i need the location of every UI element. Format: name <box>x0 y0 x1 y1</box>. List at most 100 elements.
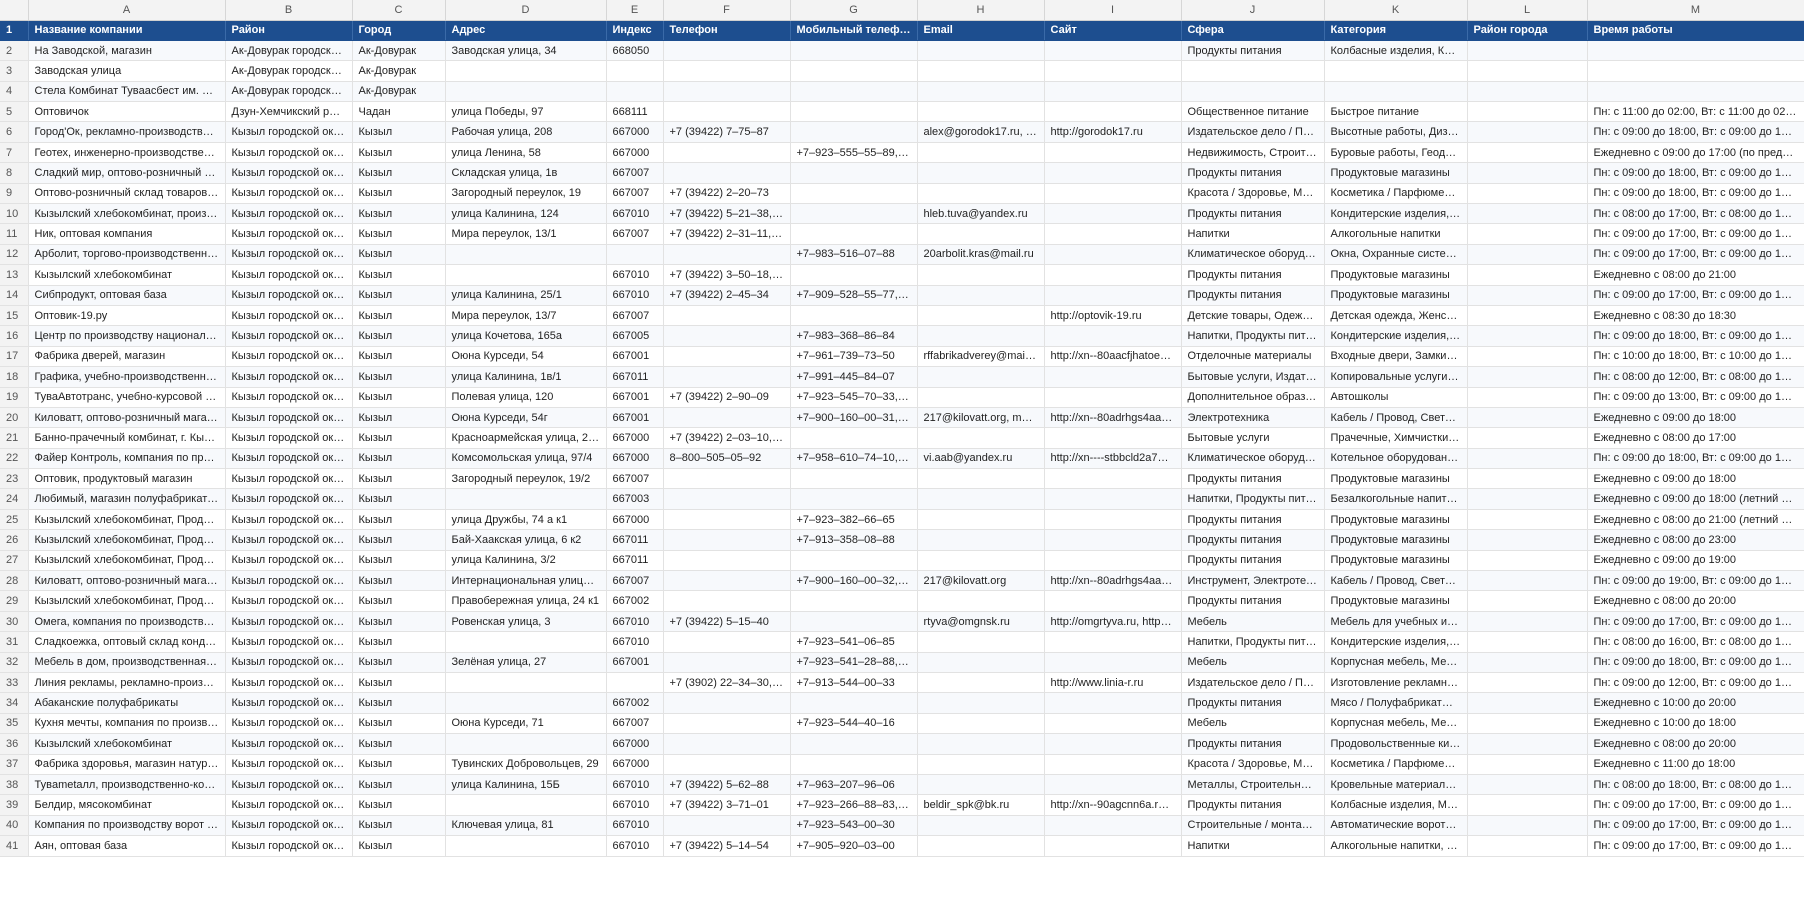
cell[interactable]: Оюна Курседи, 54г <box>445 407 607 429</box>
cell[interactable]: Белдир, мясокомбинат <box>28 794 226 816</box>
cell[interactable]: Кызыл <box>352 142 446 164</box>
cell[interactable]: Кызылский хлебокомбинат <box>28 733 226 755</box>
cell[interactable]: Косметика / Парфюмерия, Бытовая химия <box>1324 183 1468 205</box>
cell[interactable] <box>1044 754 1182 775</box>
cell[interactable]: Продукты питания <box>1181 509 1325 531</box>
cell[interactable]: Пн: с 09:00 до 18:00, Вт: с 09:00 до 18:… <box>1587 162 1804 184</box>
cell[interactable]: +7–923–541–28–88, +7–923–541–28–89 <box>790 652 918 674</box>
header-cell[interactable]: Сайт <box>1044 20 1182 41</box>
cell[interactable] <box>1467 427 1588 449</box>
cell[interactable] <box>606 60 664 82</box>
cell[interactable] <box>606 81 664 103</box>
row-number[interactable]: 19 <box>0 387 29 408</box>
cell[interactable]: 667002 <box>606 692 664 714</box>
cell[interactable] <box>663 60 791 82</box>
cell[interactable] <box>1467 754 1588 775</box>
header-cell[interactable]: Категория <box>1324 20 1468 41</box>
cell[interactable]: Пн: с 09:00 до 18:00, Вт: с 09:00 до 18:… <box>1587 448 1804 470</box>
cell[interactable] <box>790 60 918 82</box>
cell[interactable]: Оюна Курседи, 71 <box>445 713 607 735</box>
cell[interactable]: Аян, оптовая база <box>28 835 226 857</box>
cell[interactable]: Кызыл <box>352 835 446 857</box>
cell[interactable]: Продуктовые магазины <box>1324 285 1468 306</box>
cell[interactable] <box>663 162 791 184</box>
cell[interactable]: Кызыл <box>352 550 446 572</box>
cell[interactable] <box>1467 285 1588 306</box>
cell[interactable]: Издательское дело / Полиграфия <box>1181 672 1325 694</box>
cell[interactable] <box>663 733 791 755</box>
cell[interactable]: Пн: с 08:00 до 18:00, Вт: с 08:00 до 18:… <box>1587 774 1804 796</box>
cell[interactable]: Колбасные изделия, Мясо / Полуфабрикаты <box>1324 794 1468 816</box>
cell[interactable]: Кызыл городской округ <box>225 488 353 510</box>
cell[interactable]: +7 (39422) 7–75–87 <box>663 121 791 143</box>
cell[interactable] <box>1467 550 1588 572</box>
cell[interactable] <box>1467 529 1588 551</box>
cell[interactable] <box>917 468 1045 490</box>
cell[interactable]: Кызыл городской округ <box>225 713 353 735</box>
cell[interactable]: 667007 <box>606 305 664 327</box>
cell[interactable] <box>663 754 791 775</box>
cell[interactable] <box>1467 590 1588 612</box>
cell[interactable] <box>917 60 1045 82</box>
cell[interactable]: Кызыл городской округ <box>225 121 353 143</box>
cell[interactable] <box>790 40 918 62</box>
cell[interactable] <box>606 244 664 266</box>
cell[interactable]: Бытовые услуги <box>1181 427 1325 449</box>
cell[interactable] <box>663 468 791 490</box>
cell[interactable]: Кызыл <box>352 223 446 245</box>
cell[interactable]: Ак-Довурак <box>352 40 446 62</box>
cell[interactable]: Высотные работы, Дизайн <box>1324 121 1468 143</box>
row-number[interactable]: 21 <box>0 427 29 449</box>
cell[interactable] <box>917 835 1045 857</box>
cell[interactable] <box>663 529 791 551</box>
cell[interactable]: Пн: с 09:00 до 17:00, Вт: с 09:00 до 17:… <box>1587 223 1804 245</box>
column-header[interactable]: F <box>663 0 791 21</box>
cell[interactable]: Пн: с 09:00 до 18:00, Вт: с 09:00 до 18:… <box>1587 325 1804 347</box>
cell[interactable]: Арболит, торгово-производственная компан… <box>28 244 226 266</box>
cell[interactable] <box>663 570 791 592</box>
cell[interactable]: Продукты питания <box>1181 285 1325 306</box>
cell[interactable]: Кызыл <box>352 488 446 510</box>
cell[interactable] <box>445 631 607 653</box>
cell[interactable] <box>663 590 791 612</box>
cell[interactable]: Кызыл городской округ <box>225 346 353 368</box>
row-number[interactable]: 37 <box>0 754 29 775</box>
cell[interactable]: Ежедневно с 10:00 до 20:00 <box>1587 692 1804 714</box>
row-number[interactable]: 16 <box>0 325 29 347</box>
cell[interactable]: +7 (39422) 2–31–11, +7 (39422) 2–31–12 <box>663 223 791 245</box>
cell[interactable] <box>917 733 1045 755</box>
column-header[interactable]: H <box>917 0 1045 21</box>
cell[interactable]: Кызыл городской округ <box>225 468 353 490</box>
cell[interactable]: Кызыл <box>352 203 446 225</box>
cell[interactable]: Мебель <box>1181 652 1325 674</box>
row-number[interactable]: 28 <box>0 570 29 592</box>
cell[interactable]: Кызыл <box>352 672 446 694</box>
cell[interactable]: Кызыл <box>352 325 446 347</box>
cell[interactable]: 667000 <box>606 754 664 775</box>
cell[interactable]: Продукты питания <box>1181 733 1325 755</box>
cell[interactable]: улица Дружбы, 74 а к1 <box>445 509 607 531</box>
cell[interactable]: Ак-Довурак городской округ <box>225 40 353 62</box>
cell[interactable] <box>917 815 1045 837</box>
cell[interactable]: Кызыл <box>352 774 446 796</box>
cell[interactable] <box>1044 733 1182 755</box>
cell[interactable]: Кызыл городской округ <box>225 733 353 755</box>
cell[interactable]: Кызыл <box>352 794 446 816</box>
cell[interactable] <box>1044 142 1182 164</box>
cell[interactable] <box>1467 244 1588 266</box>
cell[interactable]: alex@gorodok17.ru, buh@gorodok17.ru <box>917 121 1045 143</box>
cell[interactable] <box>445 733 607 755</box>
cell[interactable] <box>917 652 1045 674</box>
cell[interactable] <box>790 733 918 755</box>
cell[interactable] <box>1044 264 1182 286</box>
cell[interactable]: Пн: с 09:00 до 17:00, Вт: с 09:00 до 17:… <box>1587 815 1804 837</box>
cell[interactable]: +7 (39422) 2–20–73 <box>663 183 791 205</box>
cell[interactable]: +7–913–544–00–33 <box>790 672 918 694</box>
cell[interactable]: 667010 <box>606 285 664 306</box>
cell[interactable]: +7–900–160–00–32, +7–900–160–00–33 <box>790 570 918 592</box>
cell[interactable]: Заводская улица <box>28 60 226 82</box>
cell[interactable] <box>445 488 607 510</box>
cell[interactable]: http://xn--80adrhgs4aa.xn--p1ai <box>1044 407 1182 429</box>
cell[interactable] <box>790 550 918 572</box>
cell[interactable]: Продукты питания <box>1181 590 1325 612</box>
